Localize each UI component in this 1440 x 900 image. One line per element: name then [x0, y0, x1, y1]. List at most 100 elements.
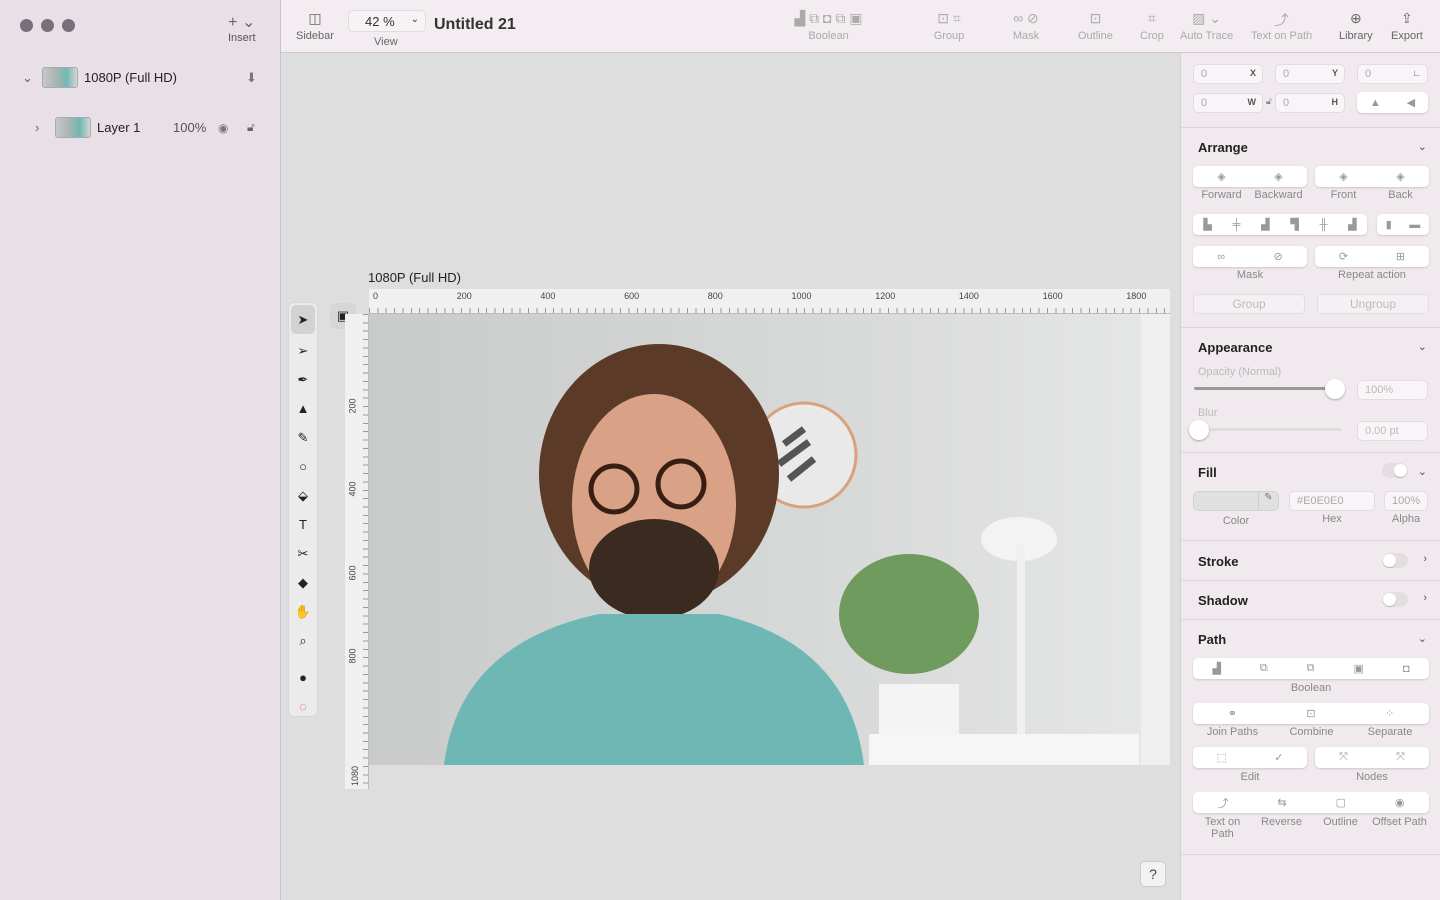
flip-buttons[interactable]: ▲ ◀	[1357, 92, 1428, 113]
backward-icon[interactable]: ◈	[1274, 170, 1282, 183]
edit-icon[interactable]: ⬚	[1217, 751, 1227, 764]
node-alt-icon[interactable]: ⤧	[1396, 751, 1405, 764]
blur-field[interactable]: 0.00 pt	[1357, 421, 1428, 441]
zoom-button[interactable]	[62, 19, 75, 32]
repeat-icon[interactable]: ⟳	[1339, 250, 1348, 263]
shadow-toggle[interactable]	[1382, 592, 1408, 607]
intersect-icon[interactable]: ⧉	[1307, 662, 1315, 675]
chevron-right-icon[interactable]: ›	[1423, 592, 1427, 604]
eyedropper-icon[interactable]: ✎	[1258, 492, 1278, 510]
slider-thumb[interactable]	[1189, 420, 1209, 440]
text-on-path-icon[interactable]: ⤴	[1217, 795, 1228, 811]
photo-image[interactable]	[369, 314, 1170, 765]
align-left-icon[interactable]: ▙	[1203, 218, 1211, 231]
forward-backward-buttons[interactable]: ◈ ◈	[1193, 166, 1307, 187]
blur-slider[interactable]	[1189, 420, 1342, 440]
unlock-icon[interactable]: 🔓︎	[247, 120, 255, 135]
distribute-v-icon[interactable]: ▬	[1409, 219, 1420, 231]
brush-tool[interactable]: ✎	[289, 423, 317, 452]
front-icon[interactable]: ◈	[1339, 170, 1347, 183]
chevron-right-icon[interactable]: ›	[35, 120, 55, 135]
distribute-h-icon[interactable]: ▮	[1386, 218, 1392, 231]
slider-thumb[interactable]	[1325, 379, 1345, 399]
fill-tool[interactable]: ⬙	[289, 481, 317, 510]
unmask-icon[interactable]: ⊘	[1274, 250, 1283, 263]
chevron-right-icon[interactable]: ›	[1423, 553, 1427, 565]
layer-artboard[interactable]: ⌄ 1080P (Full HD) ⬇	[22, 67, 257, 88]
zoom-tool[interactable]: ⌕	[289, 626, 317, 655]
node-tool[interactable]: ➢	[289, 336, 317, 365]
rotation-field[interactable]: 0 ∟	[1357, 64, 1428, 84]
offset-path-icon[interactable]: ◉	[1395, 796, 1405, 809]
align-center-icon[interactable]: ╪	[1233, 219, 1241, 231]
ungroup-button[interactable]: Ungroup	[1317, 294, 1429, 314]
hex-field[interactable]: #E0E0E0	[1289, 491, 1375, 511]
stroke-toggle[interactable]	[1382, 553, 1408, 568]
x-field[interactable]: 0X	[1193, 64, 1263, 84]
repeat-buttons[interactable]: ⟳ ⊞	[1315, 246, 1429, 267]
join-icon[interactable]: ⚭	[1228, 707, 1237, 720]
repeat-add-icon[interactable]: ⊞	[1396, 250, 1405, 263]
path-ops-buttons[interactable]: ⤴ ⇆ ▢ ◉	[1193, 792, 1429, 813]
insert-button[interactable]: + ⌄ Insert	[228, 12, 256, 44]
chevron-down-icon[interactable]: ⌄	[1418, 140, 1427, 153]
exclude-icon[interactable]: ▣	[1353, 662, 1363, 675]
horizontal-ruler[interactable]: 0200400600800100012001400160018001	[369, 289, 1215, 314]
outline-button[interactable]: ⊡ Outline	[1078, 10, 1113, 42]
back-icon[interactable]: ◈	[1396, 170, 1404, 183]
node-icon[interactable]: ⤧	[1339, 751, 1348, 764]
forward-icon[interactable]: ◈	[1217, 170, 1225, 183]
eraser-tool[interactable]: ◆	[289, 568, 317, 597]
distribute-buttons[interactable]: ▮ ▬	[1377, 214, 1429, 235]
group-button[interactable]: ⊡ ⌗ Group	[924, 10, 974, 42]
fill-color-well[interactable]: ✎	[1193, 491, 1279, 511]
nodes-buttons[interactable]: ⤧ ⤧	[1315, 747, 1429, 768]
text-on-path-button[interactable]: ⤴ Text on Path	[1251, 10, 1312, 42]
eye-icon[interactable]: ◉	[218, 121, 228, 135]
combine-icon[interactable]: ⊡	[1306, 707, 1315, 720]
lock-ratio-icon[interactable]: 🔓︎	[1266, 96, 1272, 107]
pencil-tool[interactable]: ▲	[289, 394, 317, 423]
opacity-slider[interactable]	[1194, 379, 1345, 399]
flip-horizontal-icon[interactable]: ▲	[1370, 97, 1381, 109]
scissors-tool[interactable]: ✂	[289, 539, 317, 568]
check-icon[interactable]: ✓	[1274, 751, 1283, 764]
union-icon[interactable]: ▟	[1212, 662, 1220, 675]
alpha-field[interactable]: 100%	[1384, 491, 1428, 511]
vertical-ruler[interactable]: 200 400 600 800 1080	[345, 314, 369, 789]
fill-color-swatch[interactable]: ●	[289, 663, 317, 692]
crop-button[interactable]: ⌗ Crop	[1140, 10, 1164, 42]
layer-row[interactable]: › Layer 1 100% ◉ 🔓︎	[35, 117, 255, 138]
y-field[interactable]: 0Y	[1275, 64, 1345, 84]
align-top-icon[interactable]: ▜	[1290, 218, 1298, 231]
opacity-field[interactable]: 100%	[1357, 380, 1428, 400]
minimize-button[interactable]	[41, 19, 54, 32]
library-button[interactable]: ⊕ Library	[1339, 10, 1373, 42]
auto-trace-button[interactable]: ▨ ⌄ Auto Trace	[1180, 10, 1233, 42]
group-button[interactable]: Group	[1193, 294, 1305, 314]
fill-toggle[interactable]	[1382, 463, 1408, 478]
pen-tool[interactable]: ✒	[289, 365, 317, 394]
mask-icon[interactable]: ∞	[1217, 251, 1225, 263]
artboard-marker-icon[interactable]: ⬇	[246, 70, 257, 86]
subtract-icon[interactable]: ⧉	[1260, 662, 1268, 675]
separate-icon[interactable]: ⁘	[1385, 707, 1394, 720]
boolean-group[interactable]: ▟ ⧉ ◘ ⧉ ▣ Boolean	[757, 10, 900, 42]
mask-button[interactable]: ∞ ⊘ Mask	[1001, 10, 1051, 42]
sidebar-toggle-button[interactable]: ◫ Sidebar	[296, 10, 334, 42]
divide-icon[interactable]: ◘	[1403, 663, 1410, 675]
flip-vertical-icon[interactable]: ◀	[1407, 96, 1415, 109]
chevron-down-icon[interactable]: ⌄	[1418, 632, 1427, 645]
opacity-label[interactable]: Opacity (Normal)	[1198, 366, 1281, 378]
stroke-section[interactable]: Stroke ›	[1181, 540, 1440, 580]
mask-buttons[interactable]: ∞ ⊘	[1193, 246, 1307, 267]
chevron-down-icon[interactable]: ⌄	[22, 70, 42, 86]
path-join-buttons[interactable]: ⚭ ⊡ ⁘	[1193, 703, 1429, 724]
front-back-buttons[interactable]: ◈ ◈	[1315, 166, 1429, 187]
align-buttons[interactable]: ▙ ╪ ▟ ▜ ╫ ▟	[1193, 214, 1367, 235]
chevron-down-icon[interactable]: ⌄	[1418, 340, 1427, 353]
width-field[interactable]: 0W	[1193, 93, 1263, 113]
zoom-select[interactable]: 42 % ⌄	[348, 10, 426, 32]
outline-icon[interactable]: ▢	[1336, 796, 1346, 809]
path-boolean-buttons[interactable]: ▟ ⧉ ⧉ ▣ ◘	[1193, 658, 1429, 679]
